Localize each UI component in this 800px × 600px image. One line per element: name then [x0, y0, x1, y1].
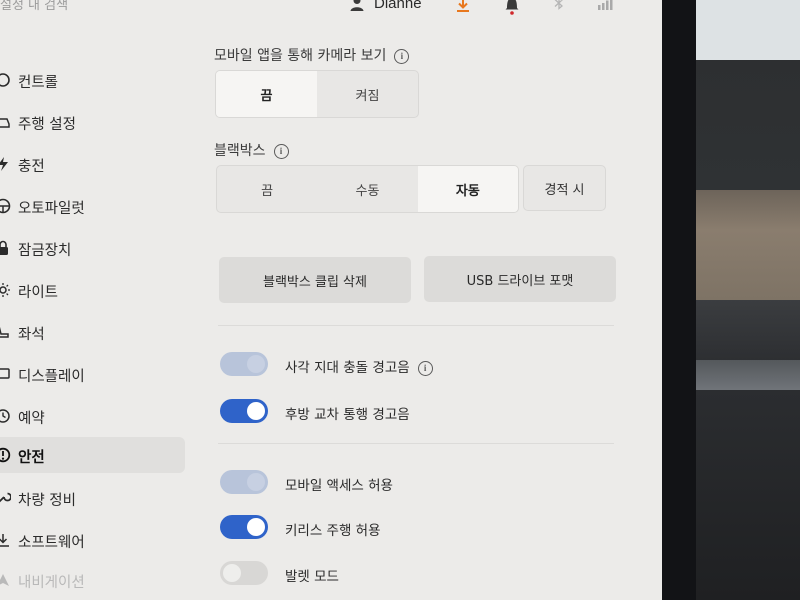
dashcam-option-auto[interactable]: 자동	[417, 166, 518, 212]
alert-icon	[0, 446, 12, 464]
toggle-knob	[247, 473, 265, 491]
sidebar-item-service[interactable]: 차량 정비	[0, 480, 185, 516]
screen-bezel	[660, 0, 696, 600]
sidebar-item-seats[interactable]: 좌석	[0, 314, 185, 350]
sidebar-item-charging[interactable]: 충전	[0, 146, 185, 182]
user-icon[interactable]	[349, 0, 365, 12]
info-icon[interactable]: i	[417, 361, 433, 376]
toggle-knob	[247, 518, 265, 536]
sidebar-item-lights[interactable]: 라이트	[0, 272, 185, 308]
keyless-driving-toggle[interactable]	[220, 515, 268, 539]
sidebar-item-controls[interactable]: 컨트롤	[0, 62, 185, 98]
sidebar-item-label: 충전	[18, 159, 45, 175]
sidebar-item-label: 차량 정비	[18, 493, 76, 509]
camera-view-selector: 끔 켜짐	[215, 70, 419, 118]
camera-view-title: 모바일 앱을 통해 카메라 보기 i	[214, 45, 410, 65]
download-icon[interactable]	[455, 0, 471, 13]
divider	[218, 325, 614, 326]
top-bar: 설정 내 검색 Dianne	[0, 0, 662, 24]
camera-view-title-text: 모바일 앱을 통해 카메라 보기	[214, 48, 387, 64]
settings-screen: 설정 내 검색 Dianne 컨트롤 주행 설정 충전 오토파일럿 잠금장치 라…	[0, 0, 662, 600]
divider	[218, 443, 614, 444]
seat-icon	[0, 323, 12, 341]
dashcam-title: 블랙박스 i	[214, 140, 289, 160]
rear-cross-traffic-chime-label: 후방 교차 통행 경고음	[285, 407, 410, 423]
dashcam-option-manual[interactable]: 수동	[317, 166, 417, 212]
dashcam-selector: 끔 수동 자동	[216, 165, 519, 213]
toggle-knob	[223, 564, 241, 582]
light-icon	[0, 281, 12, 299]
bell-icon[interactable]	[504, 0, 520, 16]
info-icon[interactable]: i	[394, 49, 410, 64]
wrench-icon	[0, 489, 12, 507]
sidebar-item-label: 라이트	[18, 285, 59, 301]
camera-option-off[interactable]: 끔	[216, 71, 317, 117]
blind-spot-chime-label-text: 사각 지대 충돌 경고음	[285, 360, 410, 376]
delete-dashcam-clips-button[interactable]: 블랙박스 클립 삭제	[219, 257, 411, 303]
signal-icon	[598, 0, 613, 10]
keyless-driving-row: 키리스 주행 허용	[220, 513, 620, 541]
background-scene	[694, 0, 800, 600]
mobile-access-toggle[interactable]	[220, 470, 268, 494]
car-icon	[0, 113, 12, 131]
format-usb-button[interactable]: USB 드라이브 포맷	[424, 256, 616, 302]
search-input[interactable]: 설정 내 검색	[0, 0, 68, 13]
sidebar-item-label: 예약	[18, 411, 45, 427]
charging-icon	[0, 155, 12, 173]
sidebar-item-display[interactable]: 디스플레이	[0, 356, 185, 392]
navigation-icon	[0, 571, 12, 589]
user-name[interactable]: Dianne	[374, 0, 422, 12]
camera-option-on[interactable]: 켜짐	[317, 71, 418, 117]
steering-wheel-icon	[0, 197, 12, 215]
sidebar-item-label: 내비게이션	[18, 575, 85, 591]
sidebar-item-locks[interactable]: 잠금장치	[0, 230, 185, 266]
valet-mode-label: 발렛 모드	[285, 569, 339, 585]
sidebar-item-label: 오토파일럿	[18, 201, 85, 217]
sidebar: 컨트롤 주행 설정 충전 오토파일럿 잠금장치 라이트 좌석 디스플레이 예약 …	[0, 60, 190, 600]
lock-icon	[0, 239, 12, 257]
sidebar-item-label: 디스플레이	[18, 369, 85, 385]
display-icon	[0, 365, 12, 383]
dashcam-title-text: 블랙박스	[214, 143, 266, 159]
sidebar-item-schedule[interactable]: 예약	[0, 398, 185, 434]
sidebar-item-label: 좌석	[18, 327, 45, 343]
toggle-knob	[247, 355, 265, 373]
rear-cross-traffic-chime-row: 후방 교차 통행 경고음	[220, 397, 620, 425]
sidebar-item-autopilot[interactable]: 오토파일럿	[0, 188, 185, 224]
valet-mode-toggle[interactable]	[220, 561, 268, 585]
info-icon[interactable]: i	[273, 144, 289, 159]
dashcam-option-honk[interactable]: 경적 시	[523, 165, 606, 211]
dashcam-option-off[interactable]: 끔	[217, 166, 317, 212]
sidebar-item-label: 소프트웨어	[18, 535, 85, 551]
rear-cross-traffic-chime-toggle[interactable]	[220, 399, 268, 423]
sidebar-item-label: 잠금장치	[18, 243, 72, 259]
clock-icon	[0, 407, 12, 425]
toggle-knob	[247, 402, 265, 420]
sidebar-item-label: 컨트롤	[18, 75, 59, 91]
sidebar-item-label: 주행 설정	[18, 117, 76, 133]
sidebar-item-label: 안전	[18, 450, 45, 466]
valet-mode-row: 발렛 모드	[220, 559, 620, 587]
blind-spot-chime-label: 사각 지대 충돌 경고음 i	[285, 356, 433, 376]
download-icon	[0, 531, 12, 549]
blind-spot-chime-row: 사각 지대 충돌 경고음 i	[220, 350, 620, 378]
mobile-access-row: 모바일 액세스 허용	[220, 468, 620, 496]
sidebar-item-navigation[interactable]: 내비게이션	[0, 562, 185, 598]
sidebar-item-safety[interactable]: 안전	[0, 437, 185, 473]
bluetooth-icon[interactable]	[553, 0, 565, 10]
sidebar-item-pedals[interactable]: 주행 설정	[0, 104, 185, 140]
toggle-icon	[0, 71, 12, 89]
keyless-driving-label: 키리스 주행 허용	[285, 523, 381, 539]
sidebar-item-software[interactable]: 소프트웨어	[0, 522, 185, 558]
blind-spot-chime-toggle[interactable]	[220, 352, 268, 376]
mobile-access-label: 모바일 액세스 허용	[285, 478, 393, 494]
